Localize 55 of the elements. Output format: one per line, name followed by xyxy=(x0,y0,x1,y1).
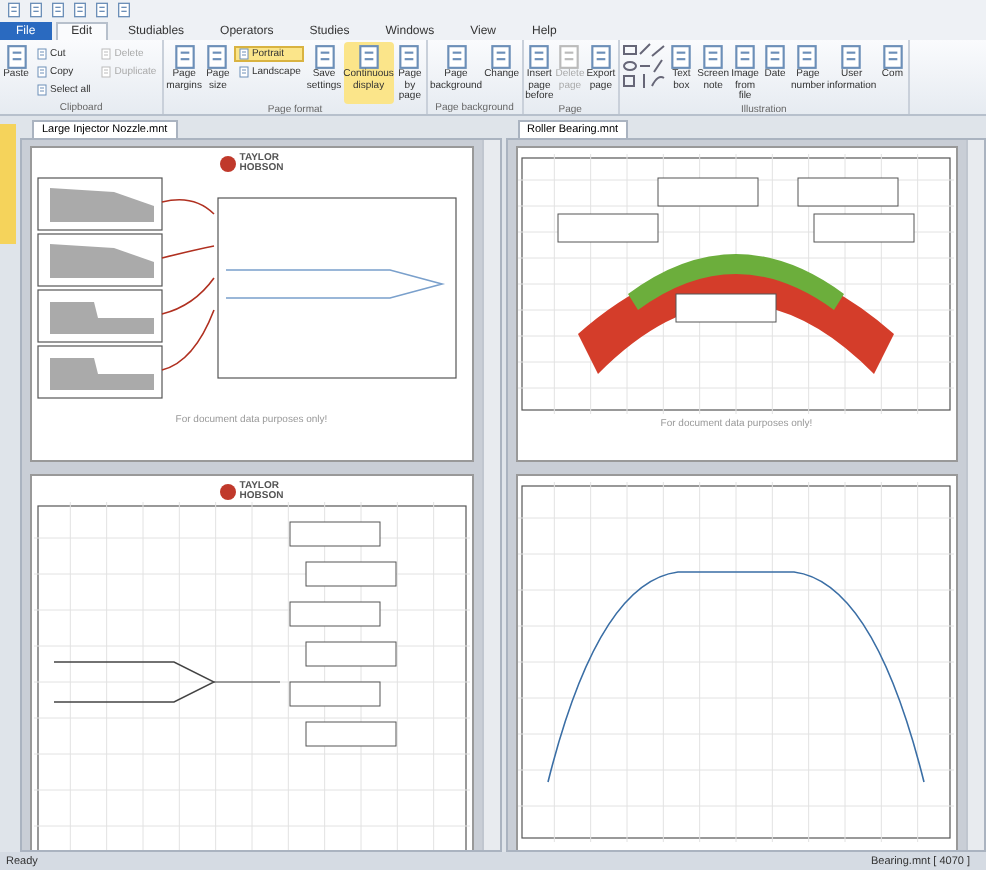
toolbar-icon xyxy=(28,2,44,18)
inset-chart xyxy=(289,601,380,627)
inset-chart xyxy=(305,561,396,587)
document-icon xyxy=(762,44,789,70)
document-icon xyxy=(171,44,198,70)
document-icon xyxy=(100,66,113,78)
document-icon xyxy=(237,66,250,78)
document-icon xyxy=(879,44,906,70)
document-icon xyxy=(36,84,48,96)
connector-curve xyxy=(160,198,215,215)
document-icon xyxy=(396,44,423,70)
document-icon xyxy=(311,44,338,70)
document-icon xyxy=(587,44,614,70)
document-icon xyxy=(443,44,469,70)
document-icon xyxy=(668,44,695,70)
document-icon xyxy=(204,44,231,70)
inset-chart xyxy=(814,213,915,243)
toolbar-icon xyxy=(94,2,110,18)
logo-icon xyxy=(219,484,236,500)
small-profile-chart xyxy=(36,289,163,343)
shapes-gallery-icon[interactable] xyxy=(621,42,666,90)
inset-chart xyxy=(289,681,380,707)
document-icon xyxy=(36,48,48,60)
document-icon xyxy=(794,44,821,70)
document-icon xyxy=(355,44,382,70)
inset-chart xyxy=(305,721,396,747)
document-icon xyxy=(3,44,29,70)
toolbar-icon xyxy=(72,2,88,18)
toolbar-icon xyxy=(116,2,132,18)
document-icon xyxy=(700,44,727,70)
connector-curve xyxy=(160,245,215,259)
side-tab[interactable] xyxy=(0,124,16,244)
scrollbar[interactable] xyxy=(966,140,984,850)
inset-chart xyxy=(305,641,396,667)
inset-chart xyxy=(558,213,659,243)
scrollbar[interactable] xyxy=(481,140,499,850)
small-profile-chart xyxy=(36,177,163,231)
inset-chart xyxy=(289,521,380,547)
inset-chart xyxy=(658,177,759,207)
toolbar-icon xyxy=(50,2,66,18)
document-icon xyxy=(237,48,250,60)
small-profile-chart xyxy=(36,233,163,287)
document-icon xyxy=(36,66,48,78)
small-profile-chart xyxy=(36,345,163,399)
axis-line xyxy=(213,681,280,683)
document-icon xyxy=(100,48,113,60)
document-icon xyxy=(488,44,515,70)
logo-icon xyxy=(219,156,236,172)
document-icon xyxy=(526,44,553,70)
inset-chart xyxy=(798,177,899,207)
toolbar-icon xyxy=(6,2,22,18)
document-icon xyxy=(556,44,583,70)
inset-chart xyxy=(676,293,777,323)
document-icon xyxy=(838,44,865,70)
document-icon xyxy=(732,44,759,70)
